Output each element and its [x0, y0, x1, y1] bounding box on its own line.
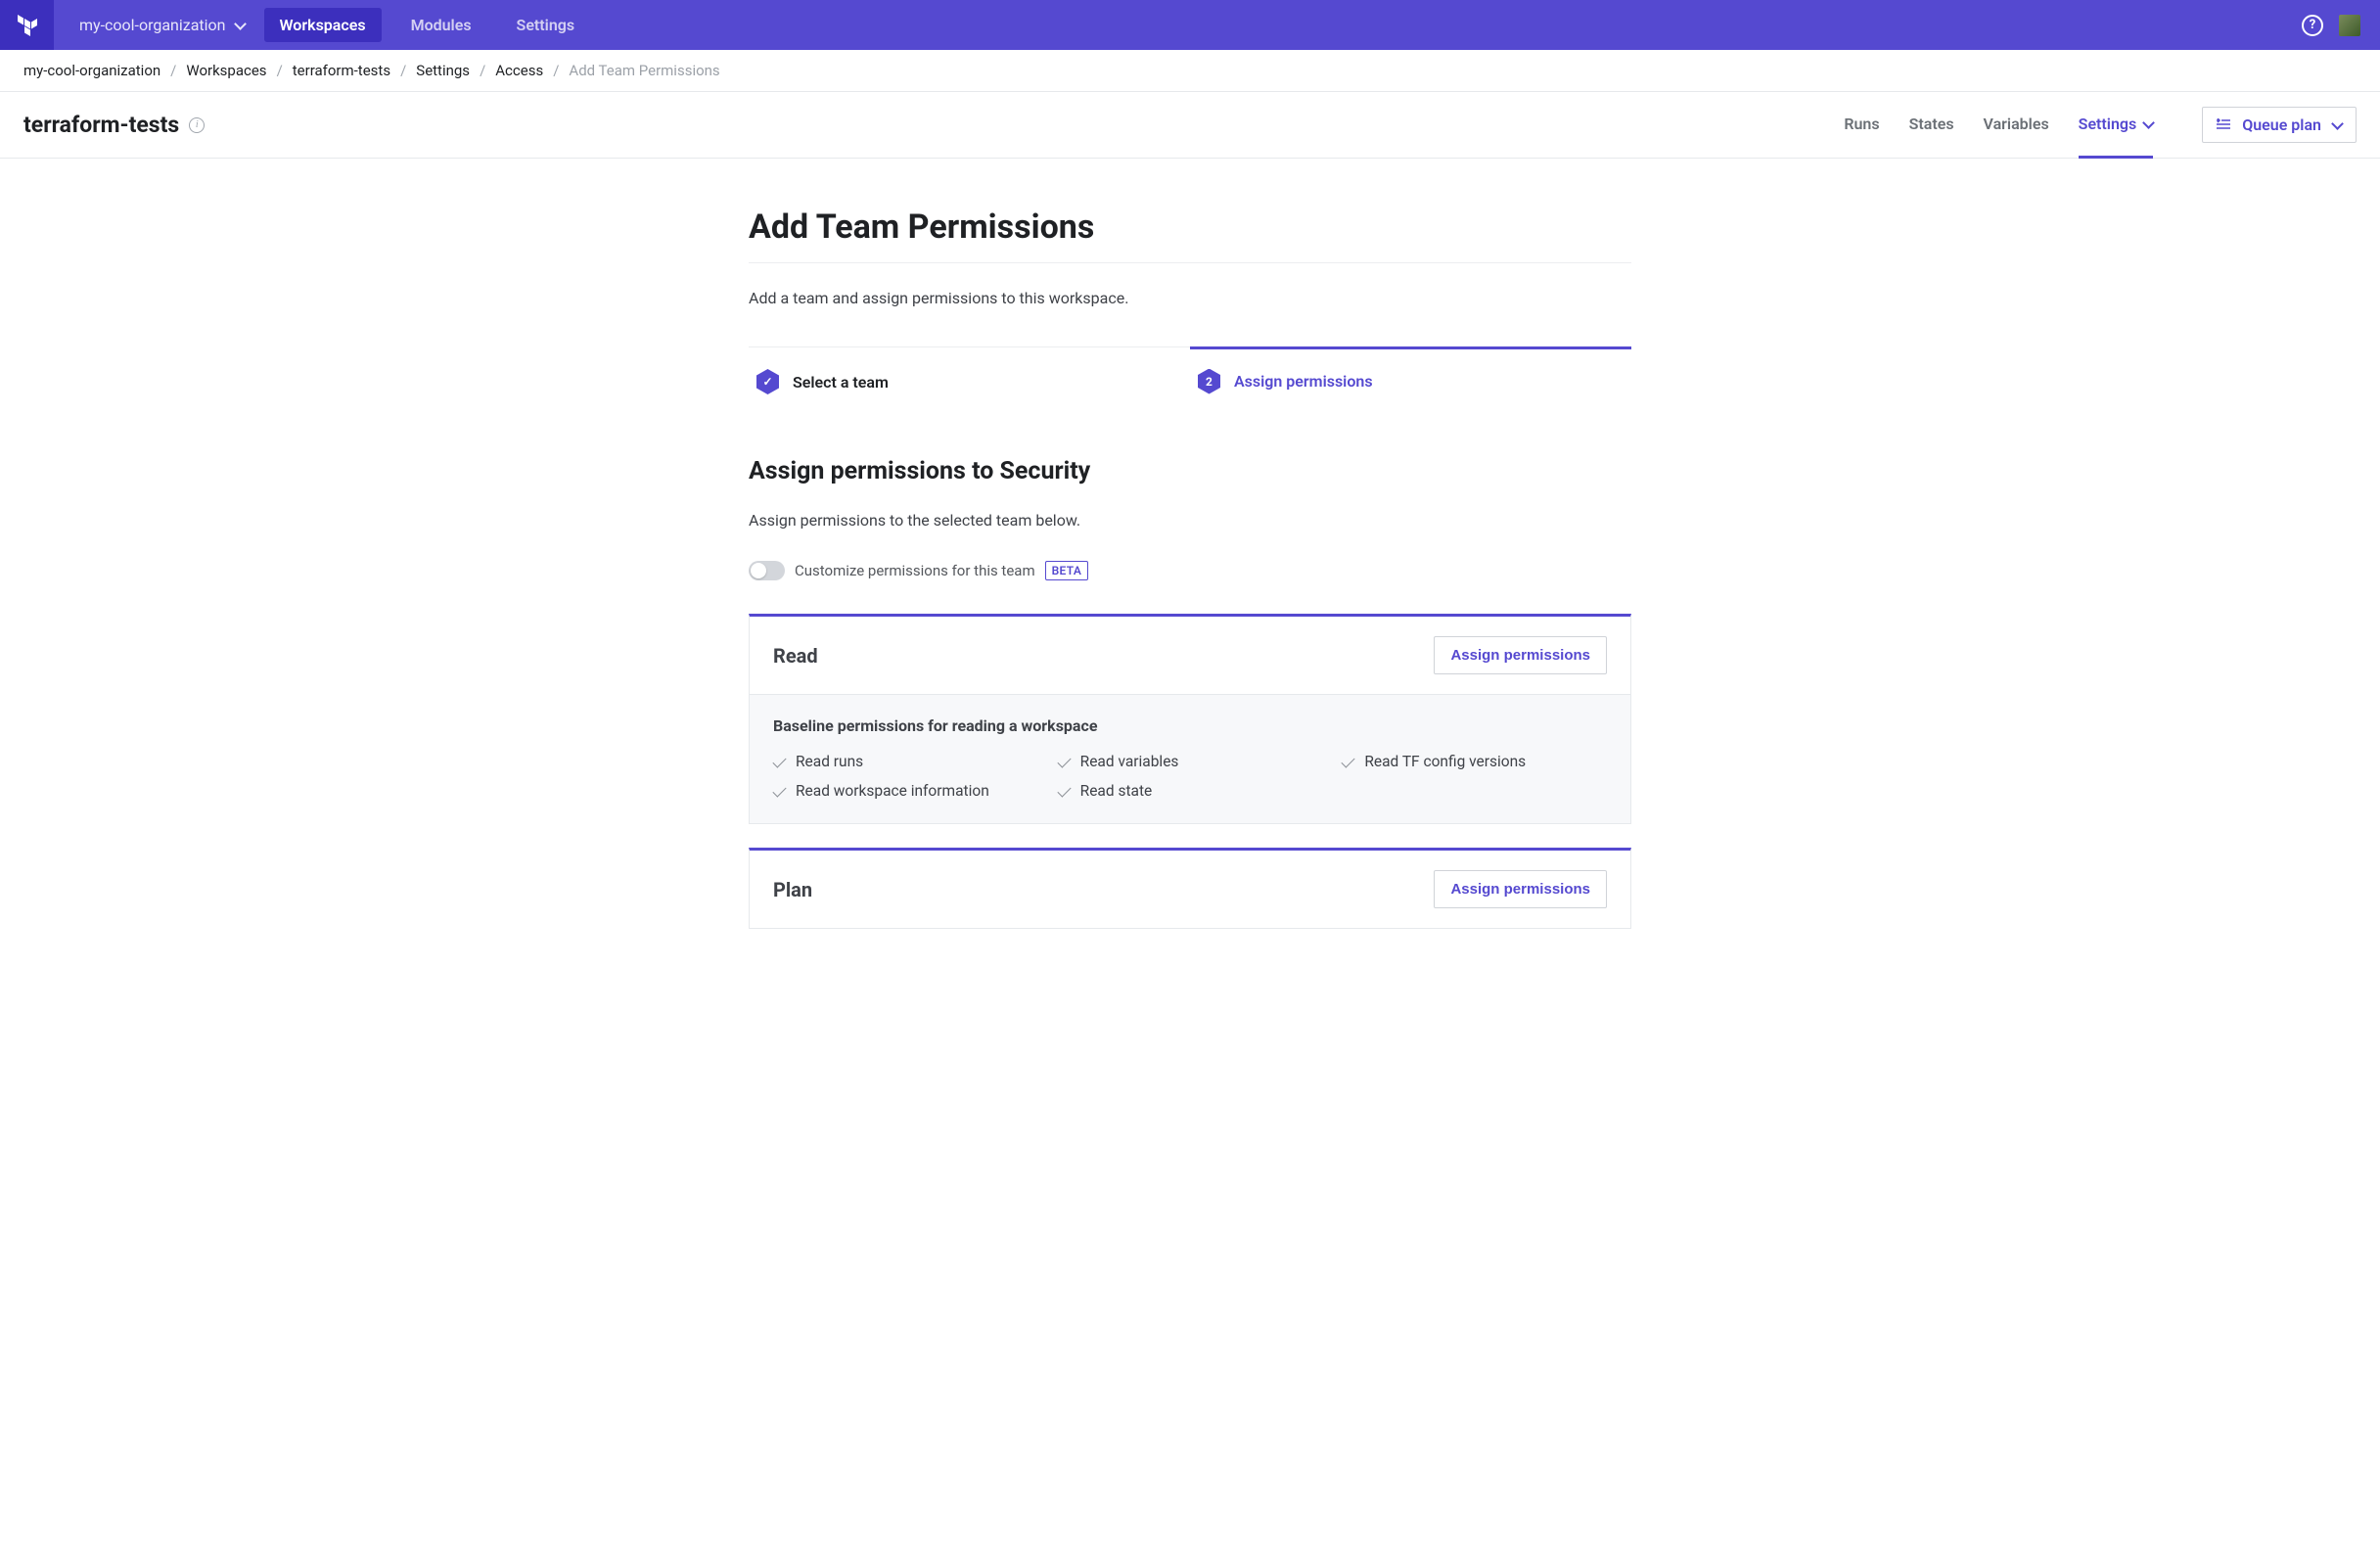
crumb-1[interactable]: Workspaces [186, 62, 266, 79]
help-icon[interactable]: ? [2302, 15, 2323, 36]
top-nav: my-cool-organization Workspaces Modules … [0, 0, 2380, 50]
main-content: Add Team Permissions Add a team and assi… [749, 159, 1631, 992]
card-title: Read [773, 644, 818, 668]
page-title: Add Team Permissions [749, 208, 1631, 263]
crumb-0[interactable]: my-cool-organization [23, 62, 160, 79]
nav-workspaces[interactable]: Workspaces [264, 8, 382, 42]
queue-icon [2217, 115, 2230, 134]
card-title: Plan [773, 878, 812, 901]
workspace-header: terraform-tests i Runs States Variables … [0, 92, 2380, 159]
section-description: Assign permissions to the selected team … [749, 511, 1631, 530]
chevron-down-icon [236, 16, 245, 34]
step-badge: ✓ [756, 369, 779, 394]
crumb-current: Add Team Permissions [569, 62, 719, 79]
perm-item: Read TF config versions [1342, 753, 1607, 770]
tab-runs[interactable]: Runs [1844, 93, 1879, 159]
queue-plan-button[interactable]: Queue plan [2202, 107, 2357, 143]
tab-variables[interactable]: Variables [1984, 93, 2049, 159]
stepper: ✓ Select a team 2 Assign permissions [749, 346, 1631, 416]
chevron-down-icon [2333, 115, 2342, 134]
step-label: Assign permissions [1234, 372, 1373, 391]
step-assign-permissions[interactable]: 2 Assign permissions [1190, 346, 1631, 416]
check-icon [1342, 754, 1355, 767]
beta-badge: BETA [1045, 561, 1089, 580]
nav-modules[interactable]: Modules [395, 8, 487, 42]
permission-list: Read runs Read variables Read TF config … [773, 753, 1607, 800]
perm-item: Read variables [1058, 753, 1323, 770]
org-selector[interactable]: my-cool-organization [54, 16, 264, 34]
section-title: Assign permissions to Security [749, 457, 1631, 485]
step-label: Select a team [793, 373, 889, 392]
crumb-4[interactable]: Access [495, 62, 543, 79]
check-icon [1057, 754, 1071, 767]
terraform-logo[interactable] [0, 0, 54, 50]
step-select-team[interactable]: ✓ Select a team [749, 347, 1190, 416]
page-description: Add a team and assign permissions to thi… [749, 289, 1631, 307]
assign-permissions-button[interactable]: Assign permissions [1434, 636, 1607, 674]
avatar[interactable] [2339, 15, 2360, 36]
toggle-label: Customize permissions for this team [795, 562, 1035, 579]
info-icon[interactable]: i [189, 117, 205, 133]
check-icon [772, 754, 786, 767]
assign-permissions-button[interactable]: Assign permissions [1434, 870, 1607, 908]
org-name: my-cool-organization [79, 16, 226, 34]
perm-item: Read workspace information [773, 782, 1038, 800]
permission-card-plan: Plan Assign permissions [749, 848, 1631, 929]
customize-toggle[interactable] [749, 561, 785, 580]
tab-states[interactable]: States [1909, 93, 1954, 159]
permission-card-read: Read Assign permissions Baseline permiss… [749, 614, 1631, 824]
chevron-down-icon [2144, 115, 2153, 133]
baseline-label: Baseline permissions for reading a works… [773, 716, 1607, 735]
check-icon [1057, 783, 1071, 797]
breadcrumb: my-cool-organization/ Workspaces/ terraf… [0, 50, 2380, 92]
customize-toggle-row: Customize permissions for this team BETA [749, 561, 1631, 580]
check-icon [772, 783, 786, 797]
tab-settings[interactable]: Settings [2079, 93, 2154, 159]
step-badge: 2 [1198, 369, 1220, 394]
crumb-2[interactable]: terraform-tests [293, 62, 390, 79]
perm-item: Read state [1058, 782, 1323, 800]
crumb-3[interactable]: Settings [416, 62, 470, 79]
workspace-title: terraform-tests i [23, 112, 205, 138]
nav-settings[interactable]: Settings [501, 8, 591, 42]
perm-item: Read runs [773, 753, 1038, 770]
